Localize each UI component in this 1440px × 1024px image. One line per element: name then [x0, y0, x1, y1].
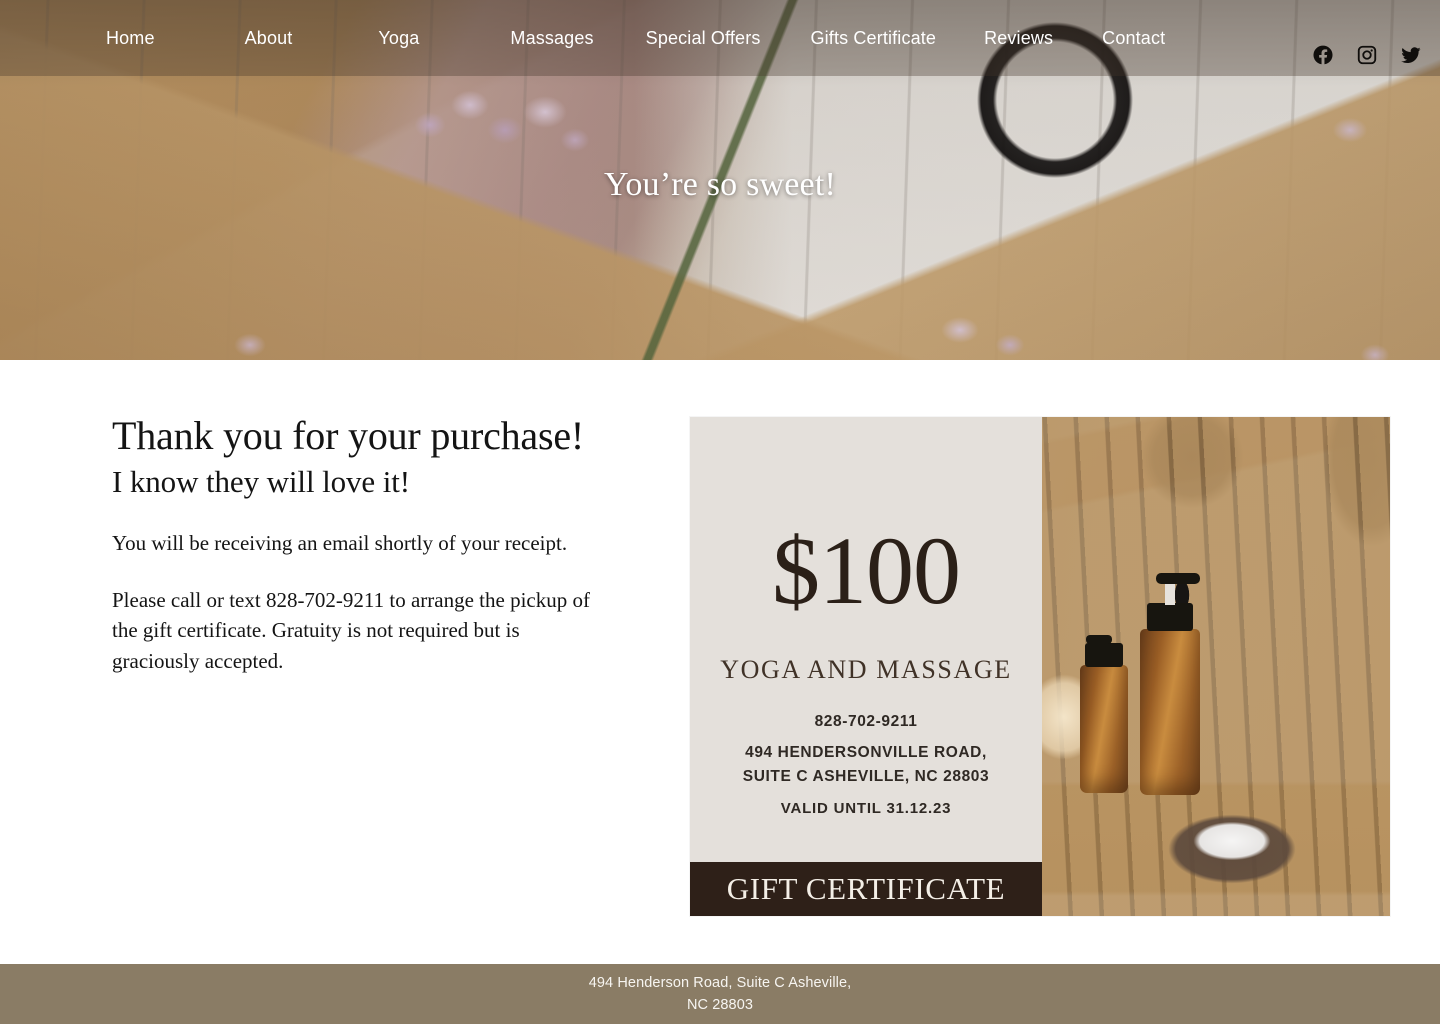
page-subtitle: I know they will love it!	[112, 463, 410, 499]
footer-address-line-1: 494 Henderson Road, Suite C Asheville,	[588, 974, 852, 991]
thank-you-copy: Thank you for your purchase! I know they…	[112, 413, 657, 677]
certificate-banner-text: GIFT CERTIFICATE	[726, 871, 1006, 906]
nav-item-home[interactable]: Home	[104, 22, 157, 54]
facebook-icon[interactable]	[1312, 44, 1334, 66]
bottle-pump	[1086, 635, 1112, 644]
certificate-contact: 828-702-9211 494 HENDERSONVILLE ROAD, SU…	[690, 710, 1042, 789]
nav-item-about[interactable]: About	[243, 22, 295, 54]
main-content: Thank you for your purchase! I know they…	[0, 360, 1440, 964]
amber-bottle-large	[1140, 573, 1200, 795]
twitter-icon[interactable]	[1400, 44, 1422, 66]
nav-item-contact[interactable]: Contact	[1100, 22, 1167, 54]
nav-item-massages[interactable]: Massages	[508, 22, 595, 54]
bottle-stem	[1165, 583, 1175, 605]
certificate-phone: 828-702-9211	[814, 713, 918, 730]
hero-title: You’re so sweet!	[603, 166, 837, 203]
nav-item-reviews[interactable]: Reviews	[982, 22, 1055, 54]
amber-bottle-small	[1080, 635, 1128, 793]
site-footer: 494 Henderson Road, Suite C Asheville, N…	[0, 964, 1440, 1024]
receipt-paragraph: You will be receiving an email shortly o…	[112, 530, 568, 555]
certificate-address-line-2: SUITE C ASHEVILLE, NC 28803	[742, 768, 990, 786]
certificate-amount: $100	[772, 517, 961, 624]
footer-address-line-2: NC 28803	[686, 997, 754, 1013]
instagram-icon[interactable]	[1356, 44, 1378, 66]
nav-item-yoga[interactable]: Yoga	[376, 22, 421, 54]
social-links	[1312, 44, 1422, 66]
main-navigation: Home About Yoga Massages Special Offers …	[0, 0, 1440, 76]
pickup-paragraph: Please call or text 828-702-9211 to arra…	[112, 587, 590, 673]
certificate-valid-until: VALID UNTIL 31.12.23	[780, 800, 952, 817]
certificate-service: YOGA AND MASSAGE	[720, 655, 1012, 684]
bottle-cap	[1147, 603, 1193, 631]
bottle-cap	[1085, 643, 1123, 667]
nav-item-special-offers[interactable]: Special Offers	[644, 22, 763, 54]
certificate-details-panel: $100 YOGA AND MASSAGE 828-702-9211 494 H…	[690, 417, 1042, 916]
certificate-address-line-1: 494 HENDERSONVILLE ROAD,	[745, 744, 987, 762]
bottle-pump	[1156, 573, 1200, 584]
gift-certificate-card: $100 YOGA AND MASSAGE 828-702-9211 494 H…	[690, 417, 1390, 916]
page-root: You’re so sweet! Home About Yoga Massage…	[0, 0, 1440, 1024]
nav-item-gifts-certificate[interactable]: Gifts Certificate	[809, 22, 939, 54]
nav-link-list: Home About Yoga Massages Special Offers …	[104, 28, 1167, 49]
certificate-banner: GIFT CERTIFICATE	[690, 862, 1042, 916]
certificate-photo	[1042, 417, 1390, 916]
page-title: Thank you for your purchase!	[112, 413, 585, 458]
